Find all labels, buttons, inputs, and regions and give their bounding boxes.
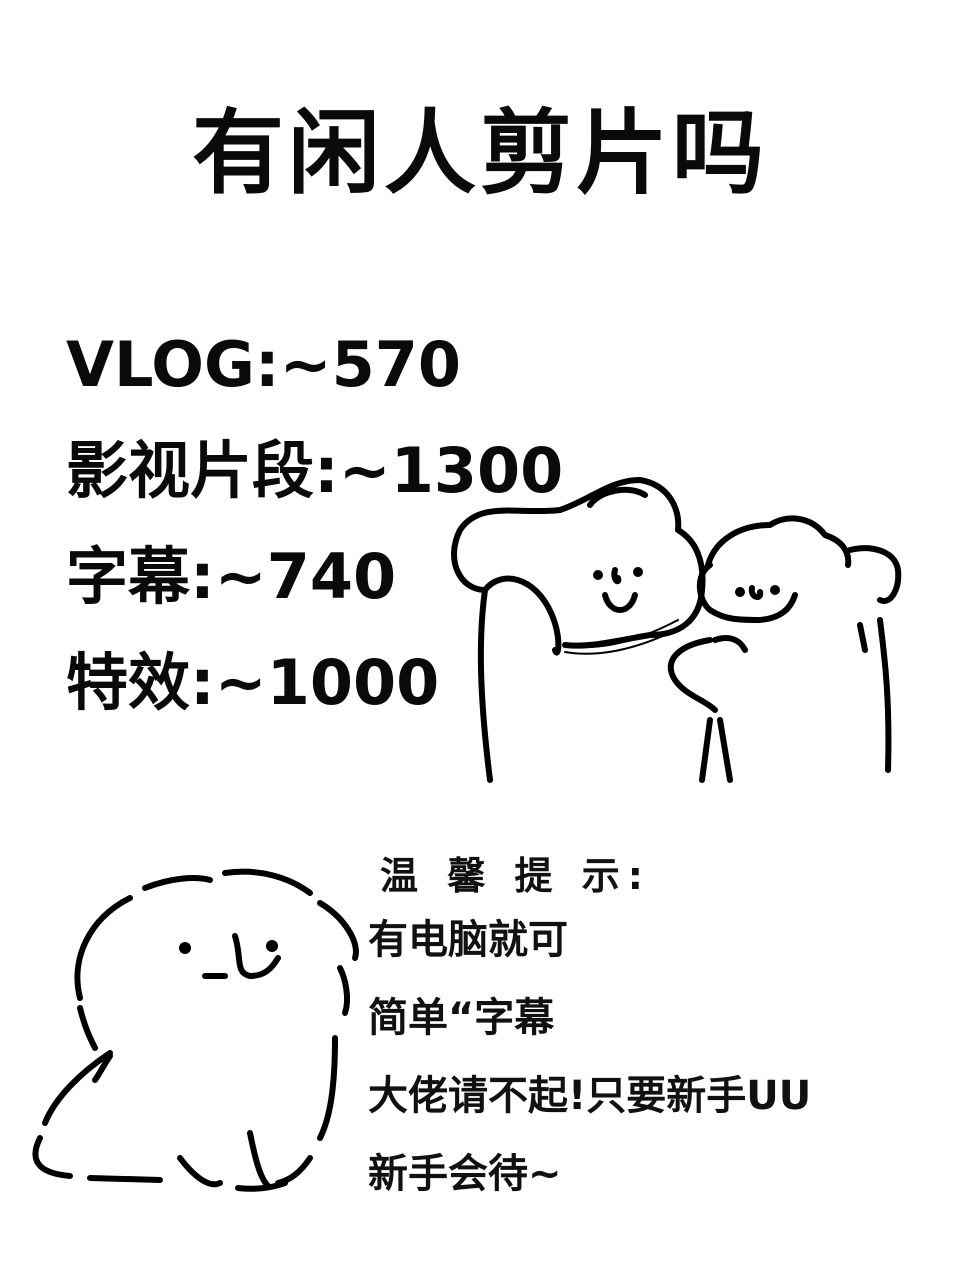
tips-line: 新手会待~	[368, 1151, 562, 1197]
price-item-vlog: VLOG:~570	[66, 328, 462, 401]
fluffy-puppy-icon	[32, 868, 359, 1192]
two-puppies-hugging-icon	[451, 477, 902, 783]
tips-line: 简单“字幕	[368, 995, 555, 1041]
tips-heading: 温 馨 提 示:	[380, 854, 651, 898]
tips-section: 温 馨 提 示: 有电脑就可 简单“字幕 大佬请不起!只要新手UU 新手会待~	[368, 852, 928, 1228]
page-title: 有闲人剪片吗	[191, 100, 768, 207]
tips-line: 有电脑就可	[368, 917, 568, 963]
tips-line: 大佬请不起!只要新手UU	[368, 1073, 812, 1119]
